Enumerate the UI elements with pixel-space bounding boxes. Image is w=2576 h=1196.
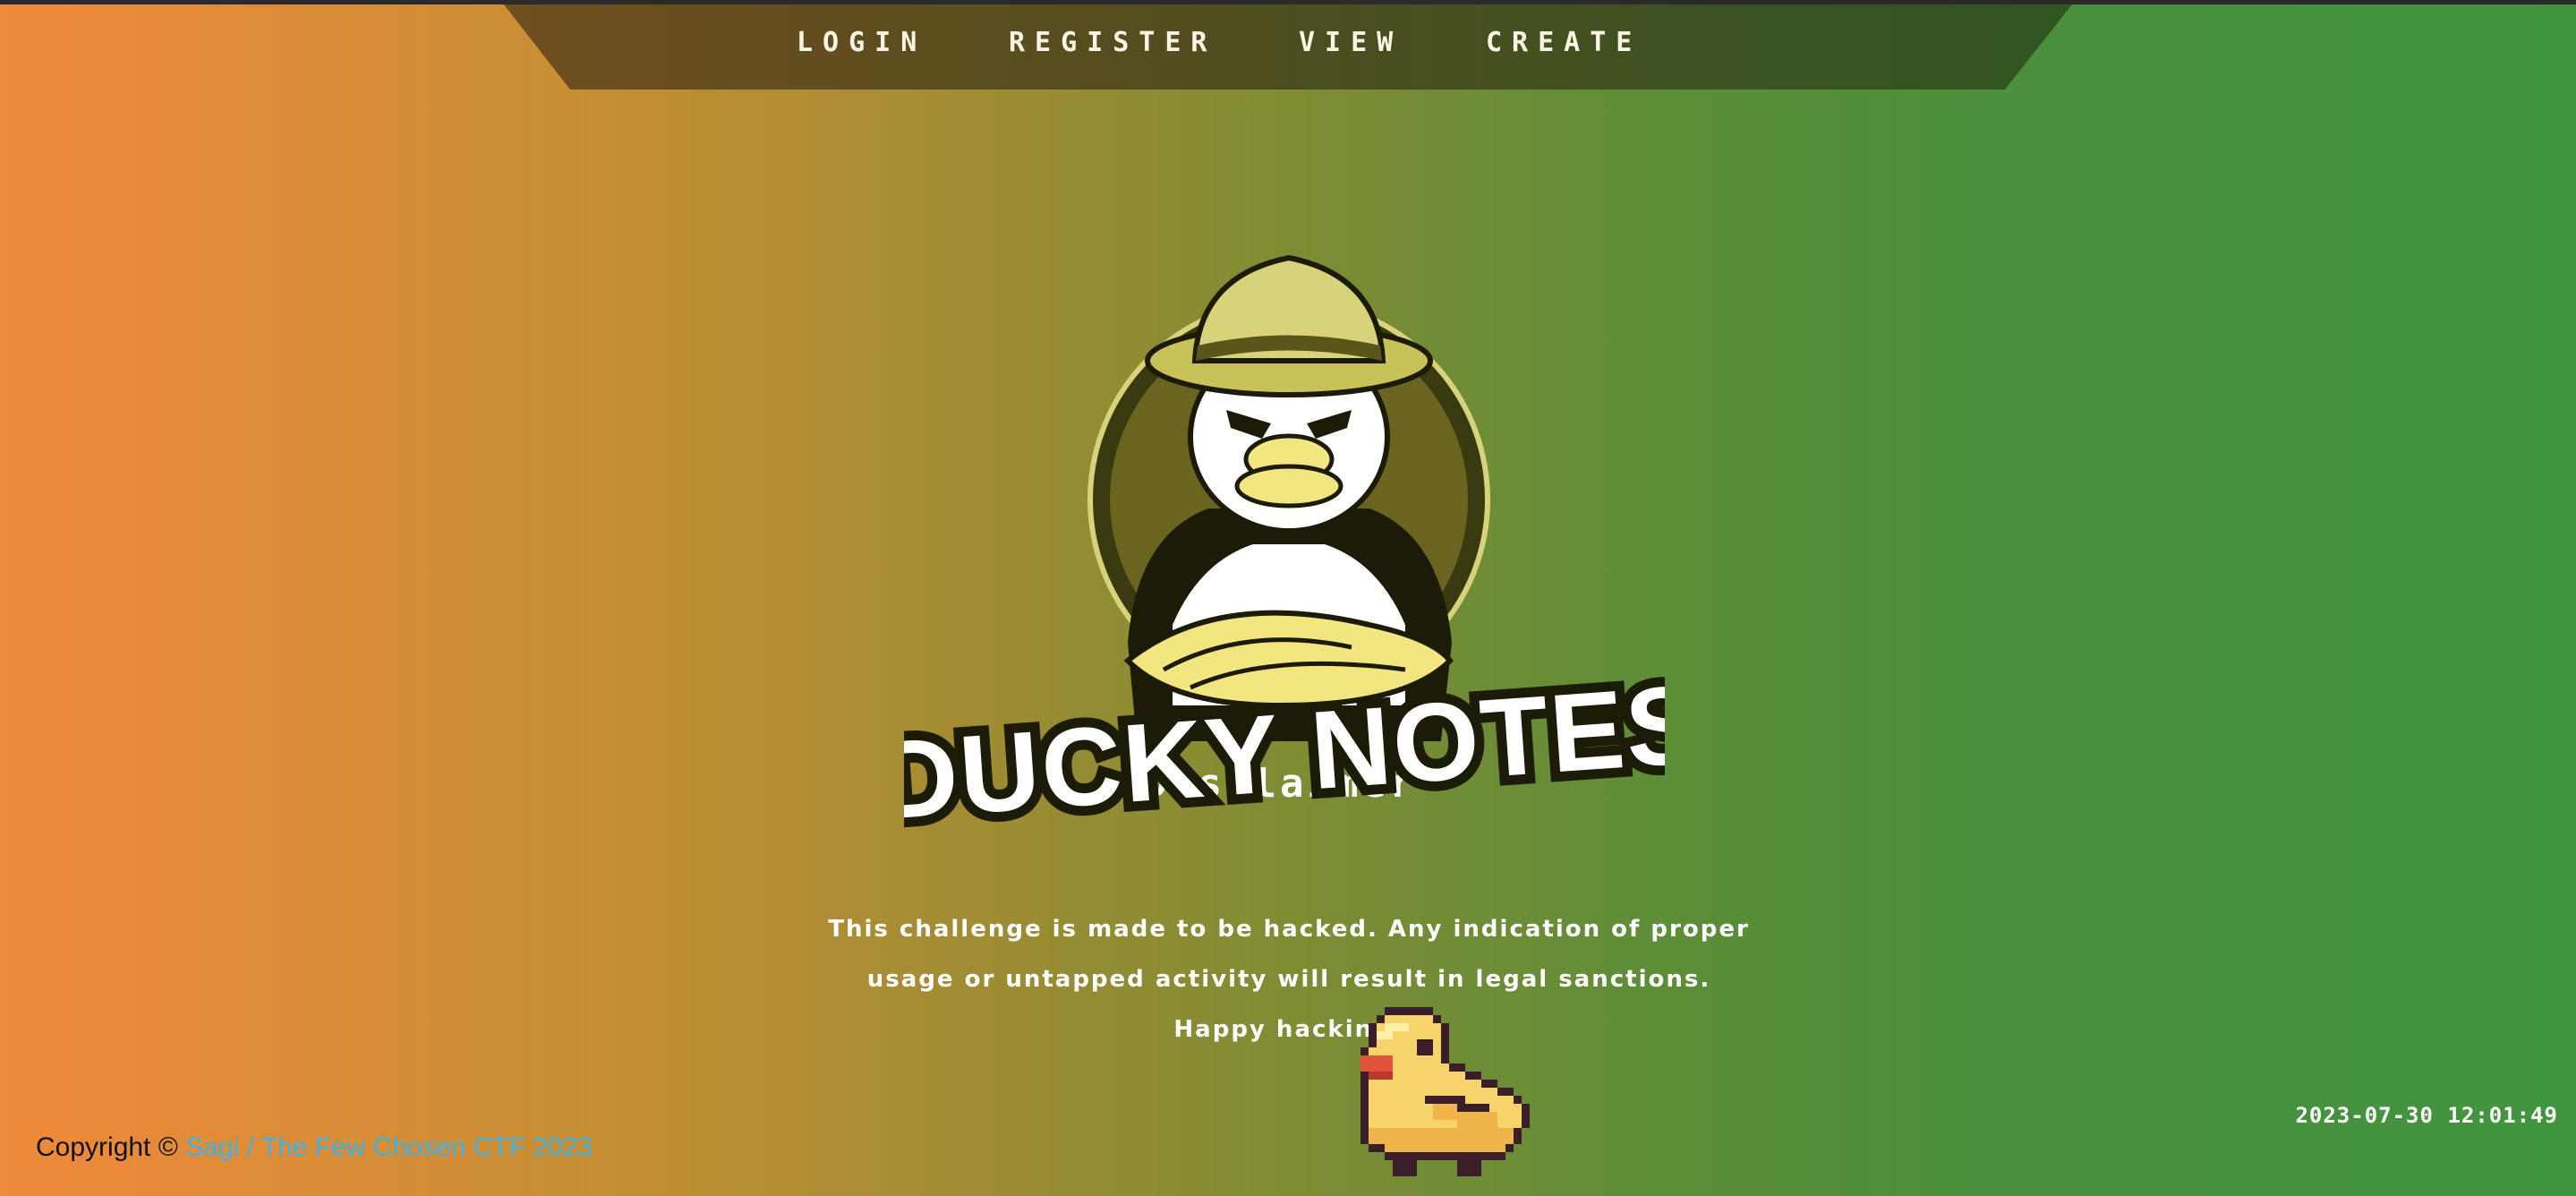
datetime-clock: 2023-07-30 12:01:49 (2295, 1103, 2558, 1128)
nav-create-link[interactable]: CREATE (1486, 27, 1642, 58)
disclaimer-body: This challenge is made to be hacked. Any… (788, 904, 1790, 1055)
pixel-duck-icon (1361, 1007, 1538, 1184)
top-navbar: LOGIN REGISTER VIEW CREATE (0, 0, 2576, 91)
disclaimer-line-2: usage or untapped activity will result i… (866, 966, 1711, 993)
author-link[interactable]: Sagi / The Few Chosen CTF 2023 (185, 1132, 593, 1162)
footer-copyright: Copyright © Sagi / The Few Chosen CTF 20… (36, 1132, 593, 1163)
ducky-notes-logo: DUCKY NOTES DUCKY NOTES (904, 240, 1665, 849)
nav-register-link[interactable]: REGISTER (1009, 27, 1217, 58)
copyright-prefix: Copyright © (36, 1132, 178, 1162)
duck-detective-logo-image: DUCKY NOTES DUCKY NOTES (904, 254, 1665, 849)
disclaimer-line-1: This challenge is made to be hacked. Any… (828, 916, 1750, 943)
nav-view-link[interactable]: VIEW (1299, 27, 1403, 58)
nav-login-link[interactable]: LOGIN (797, 27, 926, 58)
disclaimer-line-3: Happy hacking! (1173, 1016, 1404, 1043)
